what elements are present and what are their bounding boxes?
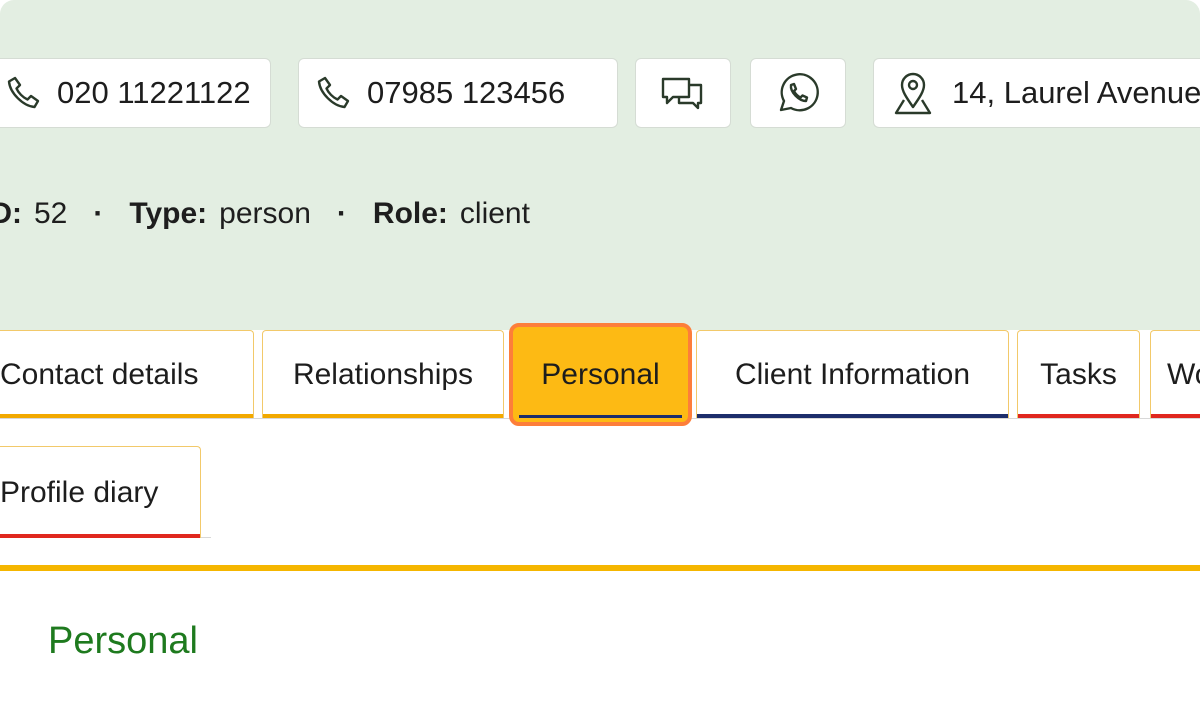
tab-underline bbox=[1018, 414, 1139, 418]
phone-icon bbox=[317, 76, 350, 109]
section-divider bbox=[0, 565, 1200, 571]
section-title: Personal bbox=[48, 620, 198, 662]
tab-label: Contact details bbox=[0, 357, 199, 391]
address-button[interactable]: 14, Laurel Avenue bbox=[873, 58, 1200, 128]
subtab-profile-diary[interactable]: Profile diary bbox=[0, 446, 201, 538]
whatsapp-icon bbox=[779, 73, 819, 112]
tab-relationships[interactable]: Relationships bbox=[262, 330, 504, 418]
app-frame: 020 11221122 07985 123456 14, Laurel Ave… bbox=[0, 0, 1200, 705]
record-header: 020 11221122 07985 123456 14, Laurel Ave… bbox=[0, 0, 1200, 330]
tab-label: Tasks bbox=[1040, 357, 1117, 391]
type-label: Type: bbox=[129, 197, 208, 230]
map-pin-icon bbox=[894, 72, 932, 115]
tab-contact-details[interactable]: Contact details bbox=[0, 330, 254, 418]
subtab-divider bbox=[201, 537, 211, 538]
sms-button[interactable] bbox=[635, 58, 731, 128]
tab-underline bbox=[519, 415, 682, 418]
id-label: ID: bbox=[0, 197, 22, 230]
tab-tasks[interactable]: Tasks bbox=[1017, 330, 1140, 418]
type-value: person bbox=[219, 197, 311, 230]
id-value: 52 bbox=[34, 197, 68, 230]
separator-dot: · bbox=[336, 197, 347, 230]
role-value: client bbox=[459, 197, 530, 230]
subtab-underline bbox=[0, 534, 200, 538]
landline-phone-button[interactable]: 020 11221122 bbox=[0, 58, 271, 128]
mobile-number: 07985 123456 bbox=[367, 75, 566, 110]
separator-dot: · bbox=[93, 197, 104, 230]
tab-label: Relationships bbox=[292, 357, 474, 391]
tab-personal[interactable]: Personal bbox=[509, 323, 692, 426]
chat-icon bbox=[661, 77, 703, 110]
subtab-label: Profile diary bbox=[0, 475, 159, 509]
phone-icon bbox=[7, 76, 40, 109]
tab-label: Personal bbox=[541, 357, 660, 391]
record-meta: ID: 52 · Type: person · Role: client bbox=[0, 190, 530, 238]
tab-underline bbox=[697, 414, 1008, 418]
tab-underline bbox=[263, 414, 503, 418]
role-label: Role: bbox=[372, 197, 448, 230]
tab-workflow[interactable]: Workflow bbox=[1150, 330, 1200, 418]
tab-label: Client Information bbox=[734, 357, 971, 391]
tab-label: Workflow bbox=[1167, 357, 1200, 391]
whatsapp-button[interactable] bbox=[750, 58, 846, 128]
mobile-phone-button[interactable]: 07985 123456 bbox=[298, 58, 618, 128]
tab-client-information[interactable]: Client Information bbox=[696, 330, 1009, 418]
tab-underline bbox=[1151, 414, 1200, 418]
landline-number: 020 11221122 bbox=[57, 75, 251, 110]
address-text: 14, Laurel Avenue bbox=[952, 75, 1200, 110]
tab-underline bbox=[0, 414, 253, 418]
